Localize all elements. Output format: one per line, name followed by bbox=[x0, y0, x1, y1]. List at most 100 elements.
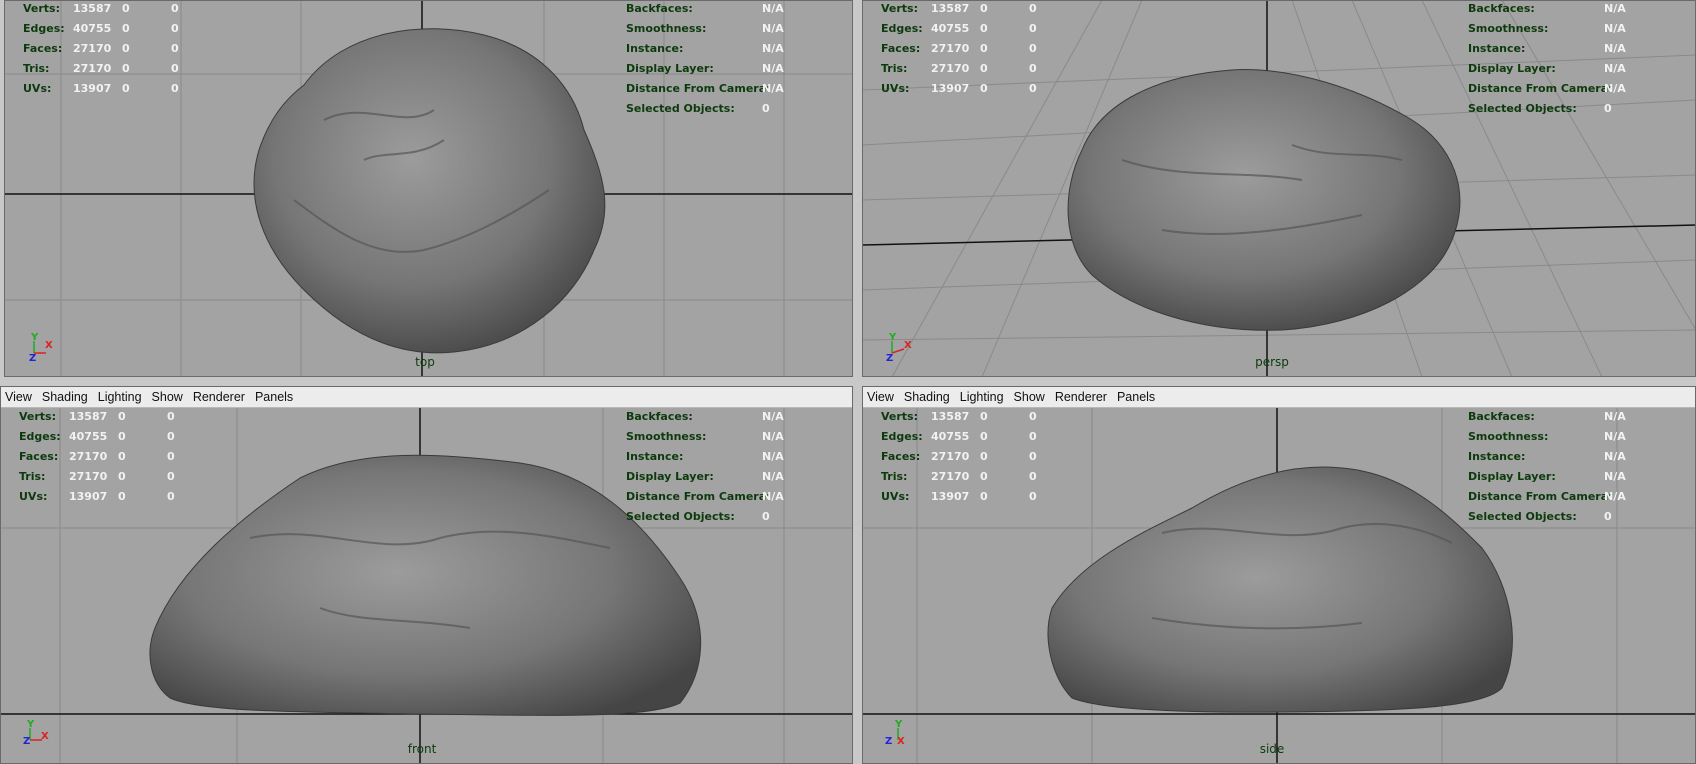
poly-count-hud: Verts: 13587 0 0 Edges: 40755 0 0 Faces: 27170 0… bbox=[876, 410, 1076, 510]
viewport-persp[interactable]: Verts: 13587 0 0 Edges: 40755 0 0 Faces: 27170 0… bbox=[862, 0, 1696, 377]
hud-label: UVs: bbox=[19, 490, 48, 503]
menu-renderer[interactable]: Renderer bbox=[1050, 390, 1112, 404]
hud-value: 0 bbox=[980, 450, 988, 463]
hud-value: 0 bbox=[171, 22, 179, 35]
svg-text:Z: Z bbox=[23, 736, 30, 747]
hud-value: 27170 bbox=[931, 450, 970, 463]
hud-value: 0 bbox=[980, 42, 988, 55]
hud-label: UVs: bbox=[881, 82, 910, 95]
menu-panels[interactable]: Panels bbox=[1112, 390, 1160, 404]
hud-row-distance: Distance From Camera: N/A bbox=[626, 82, 796, 102]
hud-value: N/A bbox=[762, 430, 784, 443]
viewport-menubar: View Shading Lighting Show Renderer Pane… bbox=[0, 386, 853, 408]
rock-mesh bbox=[1047, 466, 1513, 713]
hud-value: 0 bbox=[1604, 510, 1612, 523]
menu-show[interactable]: Show bbox=[147, 390, 188, 404]
svg-text:Z: Z bbox=[29, 353, 36, 361]
hud-label: Faces: bbox=[19, 450, 59, 463]
hud-row-uvs: UVs: 13907 0 0 bbox=[876, 82, 1076, 102]
axis-gizmo-icon: YX Z bbox=[26, 331, 56, 364]
hud-value: N/A bbox=[1604, 2, 1626, 15]
hud-label: Verts: bbox=[881, 2, 919, 15]
hud-label: Distance From Camera: bbox=[1468, 82, 1613, 95]
hud-value: N/A bbox=[762, 450, 784, 463]
menu-shading[interactable]: Shading bbox=[37, 390, 93, 404]
hud-row-backfaces: Backfaces: N/A bbox=[626, 410, 796, 430]
hud-label: UVs: bbox=[881, 490, 910, 503]
hud-label: Verts: bbox=[881, 410, 919, 423]
hud-row-backfaces: Backfaces: N/A bbox=[1468, 2, 1638, 22]
hud-label: Edges: bbox=[19, 430, 61, 443]
hud-value: 0 bbox=[167, 470, 175, 483]
hud-label: Faces: bbox=[881, 42, 921, 55]
hud-value: 27170 bbox=[73, 42, 112, 55]
axis-gizmo-icon: YZX bbox=[22, 718, 52, 748]
hud-value: N/A bbox=[762, 82, 784, 95]
hud-value: 13587 bbox=[931, 410, 970, 423]
hud-row-display-layer: Display Layer: N/A bbox=[1468, 62, 1638, 82]
hud-label: Smoothness: bbox=[626, 430, 707, 443]
hud-row-tris: Tris: 27170 0 0 bbox=[14, 470, 214, 490]
hud-row-smoothness: Smoothness: N/A bbox=[626, 22, 796, 42]
hud-label: Faces: bbox=[23, 42, 63, 55]
hud-value: 0 bbox=[118, 450, 126, 463]
hud-row-instance: Instance: N/A bbox=[1468, 450, 1638, 470]
hud-row-uvs: UVs: 13907 0 0 bbox=[876, 490, 1076, 510]
hud-row-verts: Verts: 13587 0 0 bbox=[876, 2, 1076, 22]
hud-value: 0 bbox=[122, 22, 130, 35]
hud-label: Edges: bbox=[23, 22, 65, 35]
menu-shading[interactable]: Shading bbox=[899, 390, 955, 404]
hud-row-backfaces: Backfaces: N/A bbox=[626, 2, 796, 22]
hud-value: 0 bbox=[1604, 102, 1612, 115]
hud-value: 0 bbox=[167, 450, 175, 463]
menu-view[interactable]: View bbox=[0, 390, 37, 404]
hud-value: N/A bbox=[762, 42, 784, 55]
hud-row-edges: Edges: 40755 0 0 bbox=[876, 430, 1076, 450]
hud-row-faces: Faces: 27170 0 0 bbox=[876, 450, 1076, 470]
hud-row-selected: Selected Objects: 0 bbox=[626, 102, 796, 122]
hud-value: 0 bbox=[1029, 450, 1037, 463]
hud-row-selected: Selected Objects: 0 bbox=[626, 510, 796, 530]
menu-panels[interactable]: Panels bbox=[250, 390, 298, 404]
hud-value: 40755 bbox=[931, 22, 970, 35]
hud-row-smoothness: Smoothness: N/A bbox=[626, 430, 796, 450]
camera-name-label: top bbox=[415, 355, 435, 369]
hud-label: Edges: bbox=[881, 22, 923, 35]
menu-lighting[interactable]: Lighting bbox=[955, 390, 1009, 404]
menu-lighting[interactable]: Lighting bbox=[93, 390, 147, 404]
hud-row-distance: Distance From Camera: N/A bbox=[1468, 490, 1638, 510]
hud-label: Verts: bbox=[23, 2, 61, 15]
viewport-side[interactable]: View Shading Lighting Show Renderer Pane… bbox=[862, 386, 1696, 764]
svg-text:X: X bbox=[45, 340, 53, 351]
menu-view[interactable]: View bbox=[862, 390, 899, 404]
hud-value: 27170 bbox=[931, 470, 970, 483]
hud-label: Selected Objects: bbox=[626, 102, 735, 115]
viewport-top[interactable]: Verts: 13587 0 0 Edges: 40755 0 0 Faces: 27170 0… bbox=[4, 0, 853, 377]
hud-value: 0 bbox=[762, 102, 770, 115]
hud-row-instance: Instance: N/A bbox=[626, 450, 796, 470]
rock-mesh bbox=[149, 454, 702, 716]
menu-show[interactable]: Show bbox=[1009, 390, 1050, 404]
hud-value: 0 bbox=[980, 22, 988, 35]
hud-label: Backfaces: bbox=[626, 2, 693, 15]
hud-value: 0 bbox=[118, 470, 126, 483]
hud-value: 0 bbox=[980, 2, 988, 15]
hud-row-edges: Edges: 40755 0 0 bbox=[18, 22, 218, 42]
hud-row-tris: Tris: 27170 0 0 bbox=[876, 62, 1076, 82]
object-info-hud: Backfaces: N/A Smoothness: N/A Instance: N/… bbox=[626, 410, 796, 530]
hud-value: 0 bbox=[980, 410, 988, 423]
hud-value: N/A bbox=[762, 470, 784, 483]
hud-row-faces: Faces: 27170 0 0 bbox=[14, 450, 214, 470]
hud-value: N/A bbox=[1604, 82, 1626, 95]
hud-value: 27170 bbox=[931, 62, 970, 75]
svg-text:X: X bbox=[897, 736, 905, 747]
viewport-front[interactable]: View Shading Lighting Show Renderer Pane… bbox=[0, 386, 853, 764]
hud-row-smoothness: Smoothness: N/A bbox=[1468, 22, 1638, 42]
hud-label: Verts: bbox=[19, 410, 57, 423]
hud-row-selected: Selected Objects: 0 bbox=[1468, 510, 1638, 530]
hud-value: N/A bbox=[762, 22, 784, 35]
menu-renderer[interactable]: Renderer bbox=[188, 390, 250, 404]
hud-value: 13587 bbox=[69, 410, 108, 423]
hud-label: Tris: bbox=[19, 470, 46, 483]
hud-value: N/A bbox=[1604, 42, 1626, 55]
